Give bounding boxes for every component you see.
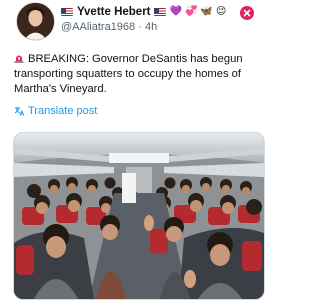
translate-label: Translate post xyxy=(28,105,98,117)
circle-x-badge-icon[interactable] xyxy=(240,6,254,20)
translate-icon xyxy=(14,107,24,116)
separator-dot: · xyxy=(138,21,145,33)
tweet-body: BREAKING: Governor DeSantis has begun tr… xyxy=(14,53,243,95)
purple-heart-icon: 💜 xyxy=(169,6,182,17)
us-flag-icon xyxy=(61,8,74,16)
butterfly-icon: 🦋 xyxy=(200,6,213,17)
avatar[interactable] xyxy=(16,2,55,41)
avatar-image xyxy=(17,3,54,40)
handle-row: @AAliatra1968 · 4h xyxy=(61,21,157,33)
revolving-hearts-icon: 💞 xyxy=(184,6,198,17)
user-handle[interactable]: @AAliatra1968 xyxy=(61,21,135,33)
timestamp[interactable]: 4h xyxy=(145,21,157,33)
translate-post-link[interactable]: Translate post xyxy=(14,105,97,117)
photo-airplane-cabin-passengers xyxy=(14,133,264,299)
wink-face-icon: 😉 xyxy=(215,6,227,17)
tweet-card[interactable]: Yvette Hebert 💜 💞 🦋 😉 @AAliatra1968 · 4h… xyxy=(0,0,276,300)
name-row: Yvette Hebert 💜 💞 🦋 😉 xyxy=(61,4,226,20)
display-name[interactable]: Yvette Hebert xyxy=(77,6,151,18)
us-flag-icon xyxy=(153,8,167,16)
tweet-text: BREAKING: Governor DeSantis has begun tr… xyxy=(14,52,262,97)
tweet-media-photo[interactable] xyxy=(13,132,265,300)
rotating-light-icon xyxy=(14,55,24,63)
